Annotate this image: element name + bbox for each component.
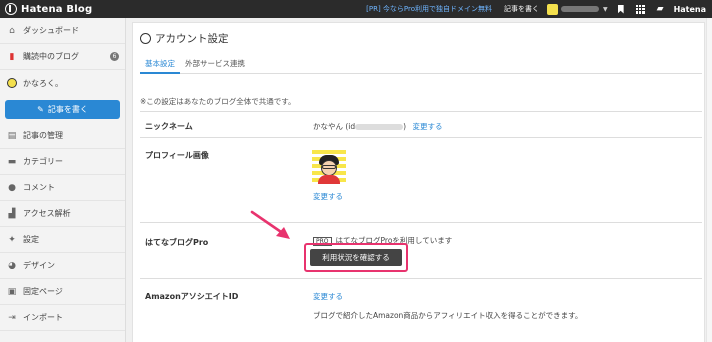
write-button-label: 記事を書く bbox=[47, 105, 88, 114]
nickname-value: かなやん (id) 変更する bbox=[313, 121, 442, 132]
page-title: アカウント設定 bbox=[140, 31, 229, 46]
palette-icon: ◕ bbox=[8, 260, 16, 271]
sidebar-item-articles[interactable]: ▤ 記事の管理 bbox=[0, 123, 125, 149]
bookmark-icon[interactable] bbox=[617, 4, 624, 14]
sidebar-item-import[interactable]: ⇥ インポート bbox=[0, 305, 125, 331]
sidebar-item-label: 購読中のブログ bbox=[23, 52, 79, 61]
sidebar-item-design[interactable]: ◕ デザイン bbox=[0, 253, 125, 279]
sidebar-item-label: ダッシュボード bbox=[23, 26, 79, 35]
page-title-text: アカウント設定 bbox=[155, 33, 229, 45]
sidebar-item-label: デザイン bbox=[23, 261, 55, 270]
sidebar-item-label: コメント bbox=[23, 183, 55, 192]
sidebar-blog-name[interactable]: かなろく。 bbox=[0, 70, 125, 96]
hatena-logo-icon bbox=[5, 3, 17, 15]
amazon-associate-label: AmazonアソシエイトID bbox=[145, 292, 239, 301]
sidebar-item-dashboard[interactable]: ⌂ ダッシュボード bbox=[0, 18, 125, 44]
top-right-menu: [PR] 今ならPro利用で独自ドメイン無料 記事を書く ▼ ▰ Hatena bbox=[366, 0, 712, 18]
blog-name-label: かなろく。 bbox=[23, 78, 63, 88]
unread-count-badge: 6 bbox=[110, 52, 119, 61]
nickname-label: ニックネーム bbox=[145, 122, 193, 131]
hatena-brand[interactable]: Hatena bbox=[674, 5, 706, 14]
sidebar: ⌂ ダッシュボード ▮ 購読中のブログ 6 かなろく。 ✎ 記事を書く ▤ 記事… bbox=[0, 18, 126, 342]
notification-icon[interactable]: ▰ bbox=[657, 4, 664, 14]
write-article-button[interactable]: ✎ 記事を書く bbox=[5, 100, 120, 119]
profile-image-label: プロフィール画像 bbox=[145, 151, 209, 160]
check-usage-button[interactable]: 利用状況を確認する bbox=[310, 249, 402, 266]
sidebar-item-label: インポート bbox=[23, 313, 63, 322]
settings-tabs: 基本設定 外部サービス連携 bbox=[140, 57, 702, 74]
sidebar-item-categories[interactable]: ▬ カテゴリー bbox=[0, 149, 125, 175]
logo-text: Hatena Blog bbox=[21, 3, 93, 15]
callout-arrow-icon bbox=[250, 210, 290, 239]
account-icon bbox=[140, 33, 151, 44]
sidebar-item-label: 記事の管理 bbox=[23, 131, 63, 140]
wrench-icon: ✦ bbox=[8, 234, 16, 245]
document-icon: ▤ bbox=[7, 130, 17, 141]
amazon-associate-row: AmazonアソシエイトID 変更する ブログで紹介したAmazon商品からアフ… bbox=[140, 278, 702, 342]
nickname-text: かなやん (id bbox=[313, 122, 356, 131]
folder-icon: ▬ bbox=[7, 156, 17, 167]
hatena-id-redacted bbox=[355, 124, 404, 130]
top-bar: Hatena Blog [PR] 今ならPro利用で独自ドメイン無料 記事を書く… bbox=[0, 0, 712, 18]
scrollbar[interactable] bbox=[706, 18, 712, 342]
sidebar-item-label: アクセス解析 bbox=[23, 209, 71, 218]
hatena-pro-label: はてなブログPro bbox=[145, 238, 209, 247]
username-redacted[interactable] bbox=[561, 6, 600, 12]
sidebar-item-label: 固定ページ bbox=[23, 287, 63, 296]
change-profile-image-link[interactable]: 変更する bbox=[313, 191, 343, 202]
edit-icon: ✎ bbox=[37, 105, 44, 114]
change-nickname-link[interactable]: 変更する bbox=[412, 122, 442, 131]
apps-grid-icon[interactable] bbox=[635, 4, 645, 14]
bar-chart-icon: ▟ bbox=[8, 208, 16, 219]
chevron-down-icon[interactable]: ▼ bbox=[603, 6, 608, 13]
settings-note: ※この設定はあなたのブログ全体で共通です。 bbox=[140, 97, 296, 106]
hatena-pro-row: はてなブログPro PRO はてなブログProを利用しています 利用状況を確認する bbox=[140, 222, 702, 278]
sidebar-item-label: 設定 bbox=[23, 235, 39, 244]
tab-external-services[interactable]: 外部サービス連携 bbox=[180, 57, 250, 74]
promo-link[interactable]: [PR] 今ならPro利用で独自ドメイン無料 bbox=[366, 4, 492, 14]
sidebar-item-subscriptions[interactable]: ▮ 購読中のブログ 6 bbox=[0, 44, 125, 70]
profile-image-row: プロフィール画像 変更する bbox=[140, 137, 702, 222]
import-icon: ⇥ bbox=[8, 312, 16, 323]
sidebar-item-static-pages[interactable]: ▣ 固定ページ bbox=[0, 279, 125, 305]
amazon-description: ブログで紹介したAmazon商品からアフィリエイト収入を得ることができます。 bbox=[313, 311, 583, 320]
profile-avatar-image bbox=[312, 150, 346, 184]
hatena-blog-logo[interactable]: Hatena Blog bbox=[0, 3, 92, 15]
user-avatar-icon[interactable] bbox=[547, 3, 559, 15]
top-write-link[interactable]: 記事を書く bbox=[504, 4, 539, 14]
main-content: アカウント設定 基本設定 外部サービス連携 ※この設定はあなたのブログ全体で共通… bbox=[126, 18, 712, 342]
nickname-row: ニックネーム かなやん (id) 変更する bbox=[140, 111, 702, 137]
sidebar-item-settings[interactable]: ✦ 設定 bbox=[0, 227, 125, 253]
page-icon: ▣ bbox=[7, 286, 17, 297]
change-amazon-id-link[interactable]: 変更する bbox=[313, 291, 343, 302]
sidebar-item-label: カテゴリー bbox=[23, 157, 63, 166]
home-icon: ⌂ bbox=[9, 25, 15, 36]
blog-avatar bbox=[7, 78, 17, 88]
comment-icon: ● bbox=[8, 182, 16, 193]
nickname-suffix: ) bbox=[403, 122, 407, 131]
bookmark-icon: ▮ bbox=[9, 51, 15, 62]
settings-panel: アカウント設定 基本設定 外部サービス連携 ※この設定はあなたのブログ全体で共通… bbox=[132, 22, 705, 342]
tab-basic-settings[interactable]: 基本設定 bbox=[140, 57, 180, 74]
sidebar-item-comments[interactable]: ● コメント bbox=[0, 175, 125, 201]
sidebar-item-analytics[interactable]: ▟ アクセス解析 bbox=[0, 201, 125, 227]
